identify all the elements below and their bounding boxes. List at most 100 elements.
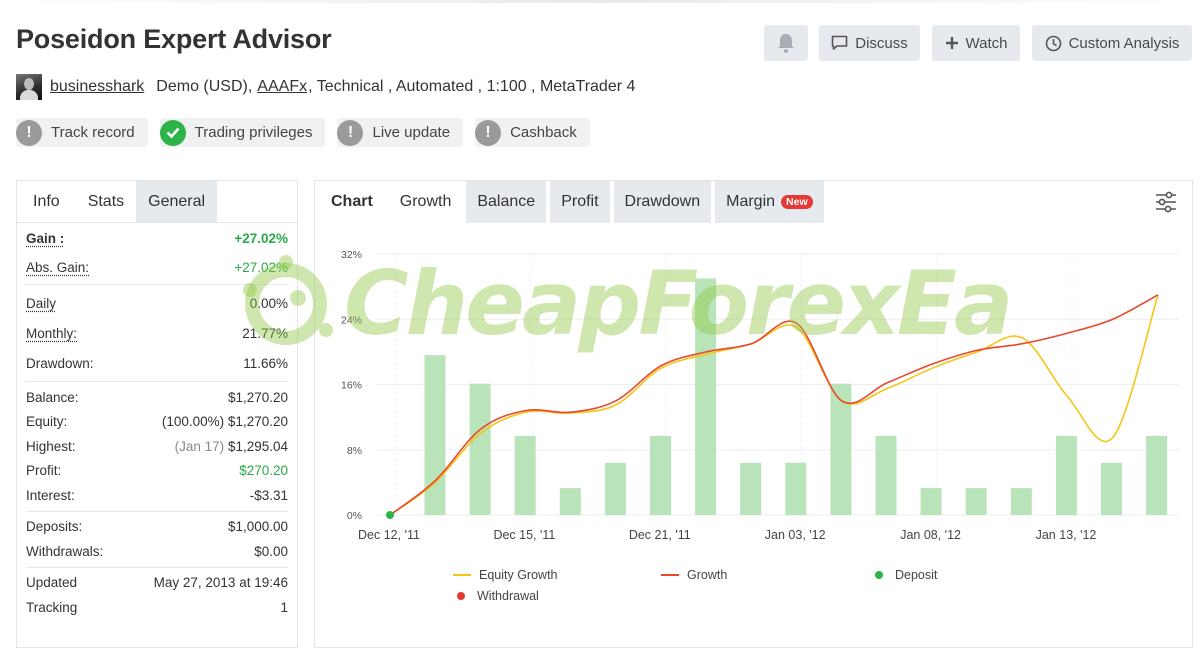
stat-balance: Balance: $1,270.20 <box>26 385 288 410</box>
stat-label: Updated <box>26 575 78 591</box>
bar <box>875 435 897 515</box>
legend-deposit[interactable]: Deposit <box>875 568 937 582</box>
user-link[interactable]: businesshark <box>50 78 144 96</box>
discuss-button[interactable]: Discuss <box>819 25 920 61</box>
legend-withdrawal[interactable]: Withdrawal <box>457 589 539 603</box>
chart-panel: Chart Growth Balance Profit Drawdown Mar… <box>314 180 1193 648</box>
warning-icon: ! <box>337 119 364 146</box>
clock-icon <box>1045 35 1062 52</box>
custom-analysis-button[interactable]: Custom Analysis <box>1032 25 1192 61</box>
tab-profit[interactable]: Profit <box>550 181 610 223</box>
discuss-label: Discuss <box>855 34 908 52</box>
tab-balance[interactable]: Balance <box>466 181 547 223</box>
badge-track-record[interactable]: ! Track record <box>16 118 148 147</box>
plus-icon <box>945 36 959 50</box>
stat-daily: Daily 0.00% <box>26 288 288 318</box>
page-title: Poseidon Expert Advisor <box>16 24 332 54</box>
warning-icon: ! <box>16 119 42 146</box>
x-tick-label: Dec 12, '11 <box>358 528 420 542</box>
stat-label: Drawdown: <box>26 355 94 371</box>
stat-tracking: Tracking 1 <box>26 595 288 620</box>
bar <box>604 462 626 515</box>
tab-margin[interactable]: Margin New <box>715 181 824 223</box>
stat-value: May 27, 2013 at 19:46 <box>153 575 288 591</box>
bar <box>559 488 581 515</box>
stat-label[interactable]: Daily <box>26 296 56 311</box>
badge-label: Live update <box>372 124 451 141</box>
badge-trading-privileges[interactable]: Trading privileges <box>159 118 326 147</box>
stats-list: Gain : +27.02% Abs. Gain: +27.02% Daily … <box>17 223 297 620</box>
legend-label: Withdrawal <box>477 589 539 603</box>
series-line-growth <box>389 294 1159 516</box>
stat-label[interactable]: Gain : <box>26 231 64 246</box>
growth-chart: 0% 8% 16% 24% 32% Dec 12, '11 Dec 15, '11 Dec 2… <box>315 223 1192 647</box>
badge-label: Cashback <box>510 124 577 141</box>
y-tick-label: 8% <box>347 445 362 457</box>
chart-tabs: Chart Growth Balance Profit Drawdown Mar… <box>315 181 1192 223</box>
stat-withdrawals: Withdrawals: $0.00 <box>26 539 288 564</box>
stat-label: Highest: <box>26 438 76 454</box>
legend-swatch <box>457 592 465 600</box>
stat-value: (100.00%) $1,270.20 <box>161 414 288 430</box>
tab-info[interactable]: Info <box>17 181 76 222</box>
tab-chart[interactable]: Chart <box>315 181 385 223</box>
divider <box>26 566 288 568</box>
stat-label: Interest: <box>26 487 75 503</box>
y-tick-label: 16% <box>341 380 362 392</box>
badge-live-update[interactable]: ! Live update <box>337 118 464 147</box>
watch-button[interactable]: Watch <box>932 25 1020 61</box>
sliders-icon[interactable] <box>1154 190 1178 219</box>
broker-link[interactable]: AAAFx <box>257 78 307 96</box>
warning-icon: ! <box>475 119 502 146</box>
x-tick-label: Dec 21, '11 <box>629 528 691 542</box>
bar <box>740 462 762 515</box>
bar <box>920 488 942 515</box>
stat-value: 1 <box>280 599 288 615</box>
stat-label: Profit: <box>26 463 62 479</box>
stat-updated: Updated May 27, 2013 at 19:46 <box>26 571 288 596</box>
stat-interest: Interest: -$3.31 <box>26 483 288 508</box>
divider <box>26 510 288 512</box>
bar <box>1146 435 1168 515</box>
legend-swatch <box>453 574 471 576</box>
bar <box>424 355 446 515</box>
stat-profit: Profit: $270.20 <box>26 459 288 484</box>
stats-tabs: Info Stats General <box>17 181 297 223</box>
growth-chart-svg: 0% 8% 16% 24% 32% Dec 12, '11 Dec 15, '11 Dec 2… <box>341 249 1179 542</box>
y-tick-label: 0% <box>347 510 362 522</box>
stat-label[interactable]: Abs. Gain: <box>26 260 89 275</box>
legend-equity-growth[interactable]: Equity Growth <box>453 568 558 582</box>
divider <box>26 381 288 382</box>
tab-margin-label: Margin <box>726 193 776 210</box>
bar <box>650 435 671 515</box>
stat-deposits: Deposits: $1,000.00 <box>26 515 288 540</box>
stat-label[interactable]: Monthly: <box>26 326 77 341</box>
stat-value: +27.02% <box>234 230 288 246</box>
avatar[interactable] <box>16 74 42 100</box>
divider <box>26 284 288 285</box>
stat-value: $1,000.00 <box>227 519 288 535</box>
badge-cashback[interactable]: ! Cashback <box>475 118 590 147</box>
y-tick-label: 24% <box>341 314 362 326</box>
stat-value: 21.77% <box>242 325 288 341</box>
stat-value: $270.20 <box>239 463 288 479</box>
tab-general[interactable]: General <box>136 181 218 222</box>
stat-abs-gain: Abs. Gain: +27.02% <box>26 253 288 281</box>
stat-value: $0.00 <box>254 543 288 559</box>
tab-stats[interactable]: Stats <box>75 181 137 222</box>
notify-button[interactable] <box>764 25 808 61</box>
stat-value: -$3.31 <box>249 487 288 503</box>
stat-gain: Gain : +27.02% <box>26 223 288 253</box>
y-tick-label: 32% <box>341 249 362 261</box>
x-tick-label: Jan 13, '12 <box>1036 528 1097 542</box>
legend-growth[interactable]: Growth <box>661 568 727 582</box>
badge-label: Track record <box>51 124 135 141</box>
tab-drawdown[interactable]: Drawdown <box>613 181 712 223</box>
bar <box>785 462 807 515</box>
legend-swatch <box>875 571 883 579</box>
stat-highest: Highest: (Jan 17) $1,295.04 <box>26 434 288 459</box>
stat-value: $1,295.04 <box>227 438 288 454</box>
tab-growth[interactable]: Growth <box>388 181 463 223</box>
custom-analysis-label: Custom Analysis <box>1068 34 1180 52</box>
stats-panel: Info Stats General Gain : +27.02% Abs. G… <box>16 180 298 648</box>
